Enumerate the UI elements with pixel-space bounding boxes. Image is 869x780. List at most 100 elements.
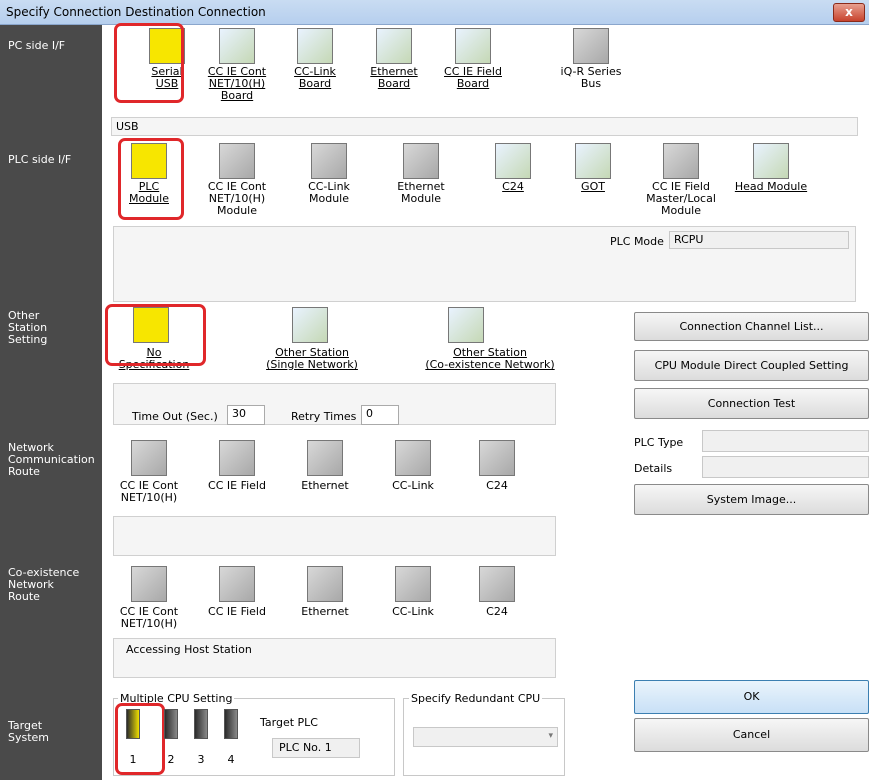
title-bar: Specify Connection Destination Connectio… (0, 0, 869, 25)
plc-if-cc-ie-cont-module[interactable]: CC IE Cont NET/10(H) Module (192, 143, 282, 217)
cancel-button[interactable]: Cancel (634, 718, 869, 752)
route-label: C24 (486, 605, 508, 618)
net-route-c24[interactable]: C24 (452, 440, 542, 492)
network-route-label: Network Communication Route (8, 441, 95, 478)
route-label: Ethernet (301, 605, 349, 618)
cpu-number: 4 (227, 753, 235, 766)
plc-type-field (702, 430, 869, 452)
plc-side-label: PLC side I/F (8, 153, 72, 166)
route-label: C24 (486, 479, 508, 492)
plc-if-head-module[interactable]: Head Module (726, 143, 816, 193)
cpu-module-icon (164, 709, 178, 739)
timeout-label: Time Out (Sec.) (132, 410, 218, 423)
details-field (702, 456, 869, 478)
net-route-cc-link[interactable]: CC-Link (368, 440, 458, 492)
pc-if-ethernet-board[interactable]: Ethernet Board (349, 28, 439, 90)
ok-button[interactable]: OK (634, 680, 869, 714)
plc-if-label: Head Module (734, 180, 808, 193)
plc-type-label: PLC Type (634, 436, 684, 449)
network-route-detail (113, 516, 556, 556)
pc-if-selection-strip: USB (111, 117, 858, 136)
redundant-label: Specify Redundant CPU (409, 692, 543, 705)
cpu-2[interactable]: 2 (164, 709, 178, 766)
connection-channel-list-button[interactable]: Connection Channel List... (634, 312, 869, 341)
plc-if-label: Ethernet Module (397, 180, 445, 205)
net-route-cc-ie-field[interactable]: CC IE Field (192, 440, 282, 492)
cpu-4[interactable]: 4 (224, 709, 238, 766)
other-station-coexist-network[interactable]: Other Station (Co-existence Network) (420, 307, 560, 371)
pc-if-label: CC IE Cont NET/10(H) Board (207, 65, 267, 102)
coexist-route-cc-ie-cont[interactable]: CC IE Cont NET/10(H) (104, 566, 194, 630)
route-icon (307, 566, 343, 602)
route-icon (219, 440, 255, 476)
route-label: CC IE Field (208, 479, 266, 492)
pc-if-cc-ie-cont-board[interactable]: CC IE Cont NET/10(H) Board (192, 28, 282, 102)
head-module-icon (753, 143, 789, 179)
route-label: CC-Link (392, 479, 434, 492)
network-icon (292, 307, 328, 343)
cpu-direct-coupled-button[interactable]: CPU Module Direct Coupled Setting (634, 350, 869, 381)
network-icon (448, 307, 484, 343)
module-icon (403, 143, 439, 179)
plc-mode-value: RCPU (674, 233, 704, 246)
route-icon (307, 440, 343, 476)
system-image-button[interactable]: System Image... (634, 484, 869, 515)
other-station-label: Other Station (Co-existence Network) (425, 346, 555, 371)
target-plc-label: Target PLC (260, 716, 318, 729)
pc-if-iq-r-bus[interactable]: iQ-R Series Bus (546, 28, 636, 90)
highlight-plc-module (118, 138, 184, 220)
coexist-route-label: Co-existence Network Route (8, 566, 80, 603)
got-panel-icon (575, 143, 611, 179)
cpu-module-icon (224, 709, 238, 739)
pc-if-selected-text: USB (116, 120, 139, 133)
route-icon (395, 440, 431, 476)
plc-if-cc-ie-field-master[interactable]: CC IE Field Master/Local Module (636, 143, 726, 217)
net-route-ethernet[interactable]: Ethernet (280, 440, 370, 492)
plc-if-cc-link-module[interactable]: CC-Link Module (284, 143, 374, 205)
plc-if-got[interactable]: GOT (548, 143, 638, 193)
details-label: Details (634, 462, 673, 475)
coexist-route-cc-ie-field[interactable]: CC IE Field (192, 566, 282, 618)
section-label-column (0, 25, 102, 780)
highlight-no-specification (105, 304, 206, 366)
coexist-route-cc-link[interactable]: CC-Link (368, 566, 458, 618)
target-system-label: Target System (8, 719, 50, 744)
board-icon (376, 28, 412, 64)
board-icon (219, 28, 255, 64)
route-icon (479, 440, 515, 476)
board-icon (297, 28, 333, 64)
highlight-cpu-1 (115, 703, 165, 775)
redundant-cpu-select[interactable]: ▾ (413, 727, 558, 747)
plc-if-label: CC-Link Module (308, 180, 350, 205)
module-icon (663, 143, 699, 179)
pc-if-cc-ie-field-board[interactable]: CC IE Field Board (428, 28, 518, 90)
coexist-route-c24[interactable]: C24 (452, 566, 542, 618)
route-label: CC IE Field (208, 605, 266, 618)
coexist-status-frame: Accessing Host Station (113, 638, 556, 678)
timeout-input[interactable]: 30 (227, 405, 265, 425)
route-icon (219, 566, 255, 602)
plc-mode-label: PLC Mode (610, 235, 664, 248)
cpu-number: 3 (197, 753, 205, 766)
pc-if-cc-link-board[interactable]: CC-Link Board (270, 28, 360, 90)
plc-if-c24[interactable]: C24 (468, 143, 558, 193)
cpu-3[interactable]: 3 (194, 709, 208, 766)
net-route-cc-ie-cont[interactable]: CC IE Cont NET/10(H) (104, 440, 194, 504)
route-label: Ethernet (301, 479, 349, 492)
chevron-down-icon: ▾ (548, 731, 553, 741)
plc-if-ethernet-module[interactable]: Ethernet Module (376, 143, 466, 205)
plc-if-label: CC IE Cont NET/10(H) Module (207, 180, 267, 217)
coexist-route-ethernet[interactable]: Ethernet (280, 566, 370, 618)
pc-if-label: CC-Link Board (294, 65, 336, 90)
board-icon (455, 28, 491, 64)
route-icon (131, 566, 167, 602)
route-label: CC IE Cont NET/10(H) (119, 605, 179, 630)
retry-input[interactable]: 0 (361, 405, 399, 425)
target-plc-value: PLC No. 1 (279, 741, 332, 754)
route-label: CC-Link (392, 605, 434, 618)
plc-mode-field: RCPU (669, 231, 849, 249)
close-button[interactable]: x (833, 3, 865, 22)
other-station-single-network[interactable]: Other Station (Single Network) (262, 307, 362, 371)
plc-if-label: CC IE Field Master/Local Module (646, 180, 716, 217)
connection-test-button[interactable]: Connection Test (634, 388, 869, 419)
